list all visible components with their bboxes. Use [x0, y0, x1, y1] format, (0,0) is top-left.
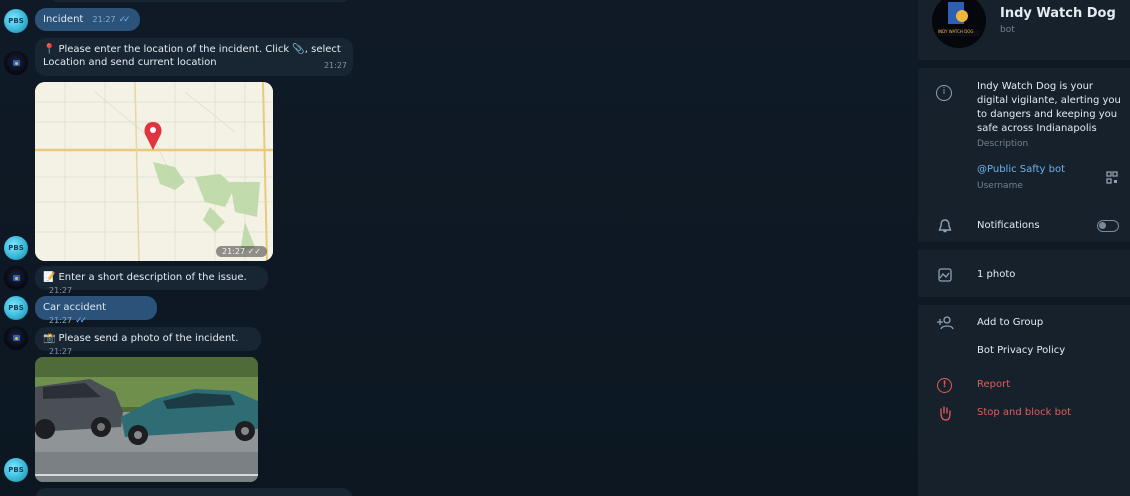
message-bubble-outgoing[interactable]: Car accident 21:27 ✓✓: [35, 296, 157, 326]
read-checkmarks-icon: ✓✓: [75, 316, 87, 326]
message-time: 21:27: [323, 61, 347, 70]
user-avatar[interactable]: PBS: [4, 458, 28, 482]
message-bubble-incoming[interactable]: 📝 Enter a short description of the issue.…: [35, 266, 268, 295]
user-avatar[interactable]: PBS: [4, 9, 28, 33]
bot-logo-icon: [12, 335, 20, 341]
message-time: 21:27: [49, 316, 73, 325]
read-checkmarks-icon: ✓✓: [247, 247, 261, 256]
map-image: [35, 82, 273, 261]
bot-logo-icon: [12, 275, 20, 281]
notifications-toggle[interactable]: [1097, 220, 1119, 232]
bot-logo-icon: [12, 60, 20, 66]
section-divider: [918, 297, 1130, 305]
notifications-label: Notifications: [977, 220, 1040, 231]
section-divider: [918, 242, 1130, 250]
add-user-icon: [936, 316, 954, 333]
bot-avatar[interactable]: [4, 326, 28, 350]
memo-emoji-icon: 📝: [43, 272, 56, 283]
report-button[interactable]: Report: [977, 379, 1010, 390]
location-map-message[interactable]: 21:27 ✓✓: [35, 82, 273, 261]
bot-profile-avatar[interactable]: INDY WATCH DOG: [932, 0, 986, 48]
username-label: Username: [977, 181, 1023, 191]
camera-emoji-icon: 📸: [43, 333, 56, 344]
pin-emoji-icon: 📍: [43, 44, 56, 55]
bot-username[interactable]: @Public Safty bot: [977, 164, 1065, 175]
stop-block-button[interactable]: Stop and block bot: [977, 407, 1071, 418]
bot-description: Indy Watch Dog is your digital vigilante…: [977, 81, 1121, 134]
message-text: Incident: [43, 14, 84, 25]
message-time: 21:27: [49, 286, 73, 295]
message-time: 21:27: [49, 347, 73, 356]
bot-info-panel: INDY WATCH DOG Indy Watch Dog bot i Indy…: [918, 0, 1130, 496]
info-icon: i: [936, 85, 952, 101]
bell-icon: [938, 218, 952, 237]
bot-avatar[interactable]: [4, 51, 28, 75]
image-icon: [938, 268, 952, 285]
message-text: Please enter the location of the inciden…: [43, 44, 341, 68]
read-checkmarks-icon: ✓✓: [118, 15, 131, 25]
message-bubble-outgoing[interactable]: Incident 21:27 ✓✓: [35, 8, 140, 31]
user-avatar[interactable]: PBS: [4, 296, 28, 320]
add-to-group-button[interactable]: Add to Group: [977, 317, 1043, 328]
avatar-logo-text: INDY WATCH DOG: [938, 29, 974, 34]
car-accident-photo: [35, 357, 258, 482]
report-icon: !: [937, 378, 952, 393]
message-text: Enter a short description of the issue.: [58, 272, 247, 283]
chat-area: PBS Incident 21:27 ✓✓ 📍 Please enter the l…: [0, 0, 918, 496]
message-text: Car accident: [43, 302, 107, 313]
privacy-policy-link[interactable]: Bot Privacy Policy: [977, 345, 1065, 356]
section-divider: [918, 60, 1130, 68]
message-time: 21:27: [92, 15, 116, 24]
message-bubble-incoming[interactable]: 📍 Please enter the location of the incide…: [35, 38, 353, 76]
bot-name: Indy Watch Dog: [1000, 6, 1116, 21]
stop-hand-icon: [939, 405, 951, 424]
bot-avatar[interactable]: [4, 266, 28, 290]
message-text: Please send a photo of the incident.: [58, 333, 239, 344]
photos-link[interactable]: 1 photo: [977, 269, 1015, 280]
description-label: Description: [977, 139, 1029, 149]
message-bubble-incoming[interactable]: 📸 Please send a photo of the incident. 21…: [35, 327, 261, 356]
previous-message-fragment: [50, 0, 350, 2]
message-time: 21:27 ✓✓: [215, 246, 267, 257]
qr-code-icon[interactable]: [1106, 171, 1118, 188]
photo-message[interactable]: [35, 357, 258, 482]
bot-status: bot: [1000, 25, 1015, 35]
user-avatar[interactable]: PBS: [4, 236, 28, 260]
message-bubble-incoming-partial[interactable]: [35, 488, 353, 496]
